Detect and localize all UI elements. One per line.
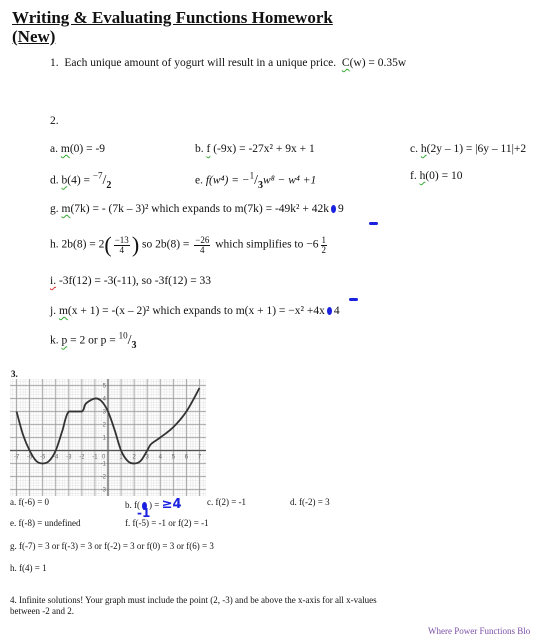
fraction-denominator: 2	[321, 244, 327, 255]
answer-expr: f(w⁴) = −	[205, 174, 250, 187]
answer-3b: b. f() = ≥4	[125, 497, 182, 512]
question-text: Each unique amount of yogurt will result…	[64, 57, 337, 69]
answer-label: a.	[50, 143, 58, 155]
handwritten-answer: ≥4	[161, 497, 182, 512]
answer-2b: b. f (-9x) = -27x² + 9x + 1	[195, 143, 315, 155]
answer-2i: i. -3f(12) = -3(-11), so -3f(12) = 33	[50, 275, 211, 287]
answer-expr: so 2b(8) =	[142, 238, 193, 251]
answer-expr: 2b(8) = 2	[61, 238, 105, 251]
fraction-denominator: 2	[106, 179, 112, 191]
question-4-line2: between -2 and 2.	[10, 606, 74, 616]
answer-expr: -3f(12) = -3(-11), so -3f(12) = 33	[58, 275, 212, 287]
answer-3f: f. f(-5) = -1 or f(2) = -1	[125, 518, 209, 528]
x-tick-label: -2	[79, 455, 85, 461]
answer-expr: which simplifies to −6	[215, 238, 319, 251]
fraction-numerator: −26	[194, 234, 211, 246]
answer-label: j.	[50, 305, 57, 317]
answer-expr-tail: 4	[333, 305, 340, 317]
answer-3a: a. f(-6) = 0	[10, 497, 50, 507]
y-tick-label: -1	[101, 462, 107, 468]
answer-2k: k. p = 2 or p = 10/3	[50, 330, 136, 350]
function-name: m	[60, 143, 70, 155]
answer-3d: d. f(-2) = 3	[290, 497, 330, 507]
answer-label: d.	[50, 174, 59, 187]
answer-2g: g. m(7k) = - (7k – 3)² which expands to …	[50, 203, 344, 215]
answer-3g: g. f(-7) = 3 or f(-3) = 3 or f(-2) = 3 o…	[10, 541, 214, 551]
question-number: 1.	[50, 57, 59, 69]
answer-3e: e. f(-8) = undefined	[10, 518, 81, 528]
answer-2j: j. m(x + 1) = -(x – 2)² which expands to…	[50, 305, 340, 317]
answer-expr: (7k) = - (7k – 3)² which expands to m(7k…	[70, 203, 329, 215]
answer-expr: = 2 or p =	[67, 334, 119, 347]
fraction-numerator: −13	[113, 234, 130, 246]
function-expr: (w) = 0.35w	[349, 57, 407, 69]
function-graph: -7 -6 -5 -4 -3 -2 -1 0 1 2 3 4 5 6 754321-1-2-3	[10, 379, 206, 496]
answer-2h: h. 2b(8) = 2(−13 4) so 2b(8) = −26 4 which…	[50, 232, 329, 258]
x-tick-label: -1	[92, 455, 98, 461]
fraction: −26 4	[194, 234, 211, 255]
y-tick-label: -2	[101, 475, 107, 481]
answer-label: b.	[195, 143, 204, 155]
answer-label: e.	[195, 174, 203, 187]
fraction: 12	[320, 234, 327, 255]
y-tick-label: -3	[101, 488, 107, 494]
answer-label: g.	[50, 203, 59, 215]
fraction: 1/3	[249, 170, 264, 191]
answer-2e: e. f(w⁴) = −1/3w⁸ − w⁴ +1	[195, 170, 316, 190]
answer-label: i.	[50, 275, 57, 287]
fraction-denominator: 4	[119, 244, 125, 255]
question-1: 1. Each unique amount of yogurt will res…	[50, 57, 406, 69]
page-footer: Where Power Functions Blo	[428, 626, 531, 636]
question-2-number: 2.	[50, 115, 59, 127]
fraction-numerator: −7	[92, 170, 103, 180]
document-title: Writing & Evaluating Functions Homework	[12, 8, 333, 27]
x-tick-label: -3	[66, 455, 72, 461]
answer-expr: (2y – 1) = |6y – 11|+2	[426, 143, 527, 155]
answer-expr: (0) = 10	[425, 170, 463, 182]
fraction-denominator: 4	[200, 244, 205, 255]
answer-label: k.	[50, 334, 59, 347]
fraction-numerator: 10	[118, 330, 128, 340]
handwritten-mark	[326, 307, 332, 316]
answer-2f: f. h(0) = 10	[410, 170, 463, 182]
question-3-number: 3.	[11, 369, 18, 379]
answer-2d: d. b(4) = −7/2	[50, 170, 111, 190]
answer-expr-tail: 9	[338, 203, 344, 215]
answer-2c: c. h(2y – 1) = |6y – 11|+2	[410, 143, 526, 155]
handwritten-minus-mark	[349, 298, 358, 301]
function-name: m	[58, 305, 68, 317]
answer-expr: (x + 1) = -(x – 2)² which expands to m(x…	[67, 305, 325, 317]
answer-label: f.	[410, 170, 417, 182]
answer-3c: c. f(2) = -1	[207, 497, 247, 507]
handwritten-minus-mark	[369, 222, 378, 225]
x-tick-label: -7	[14, 455, 20, 461]
answer-expr: ) =	[149, 500, 162, 510]
answer-label: c.	[410, 143, 418, 155]
answer-2a: a. m(0) = -9	[50, 143, 105, 155]
fraction: −7/2	[92, 170, 112, 191]
answer-expr: (0) = -9	[69, 143, 106, 155]
answer-3h: h. f(4) = 1	[10, 563, 47, 573]
fraction-numerator: 1	[249, 170, 255, 180]
document-title-subtitle: (New)	[12, 27, 56, 46]
answer-expr: (4) =	[67, 174, 93, 187]
fraction-numerator: 1	[320, 234, 327, 246]
x-tick-label: -5	[40, 455, 46, 461]
handwritten-mark	[331, 205, 336, 214]
fraction: −13 4	[113, 234, 130, 255]
answer-label: h.	[50, 238, 59, 251]
answer-expr: w⁸ − w⁴ +1	[263, 174, 317, 187]
question-4-line1: 4. Infinite solutions! Your graph must i…	[10, 595, 377, 605]
fraction-denominator: 3	[131, 339, 137, 351]
function-name: C	[341, 57, 350, 69]
left-paren: (	[104, 232, 112, 257]
answer-expr: (-9x) = -27x² + 9x + 1	[210, 143, 315, 155]
fraction: 10/3	[118, 330, 137, 351]
right-paren: )	[131, 232, 140, 257]
